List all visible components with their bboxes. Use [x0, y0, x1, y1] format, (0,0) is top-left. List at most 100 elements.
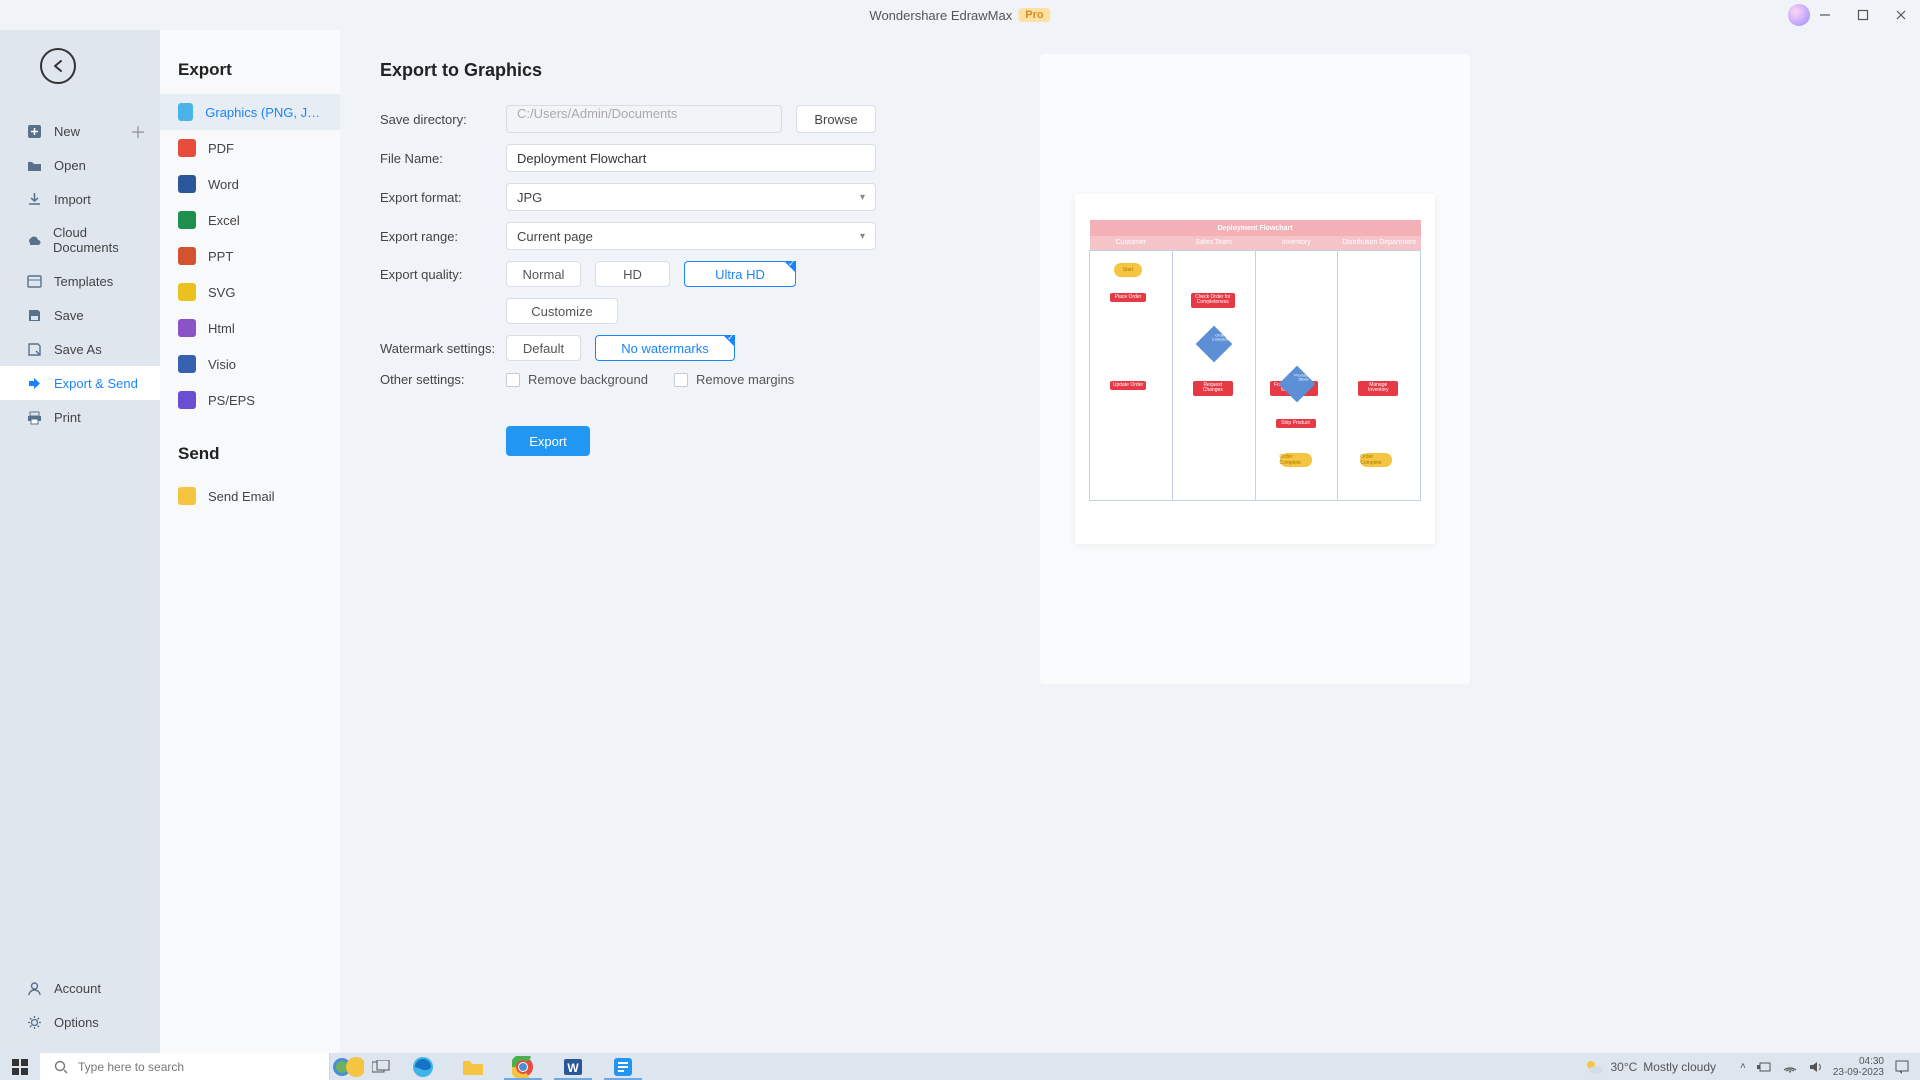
- fmt-ppt[interactable]: PPT: [160, 238, 340, 274]
- graphics-icon: [178, 103, 193, 121]
- fmt-label: PS/EPS: [208, 393, 255, 408]
- fmt-label: Html: [208, 321, 235, 336]
- label-save-dir: Save directory:: [380, 112, 506, 127]
- label-other: Other settings:: [380, 372, 506, 387]
- watermark-none[interactable]: No watermarks: [595, 335, 735, 361]
- wifi-icon[interactable]: [1782, 1061, 1798, 1073]
- fmt-word[interactable]: Word: [160, 166, 340, 202]
- quality-hd[interactable]: HD: [595, 261, 670, 287]
- fmt-send-email[interactable]: Send Email: [160, 478, 340, 514]
- preview-col: Sales Team: [1172, 236, 1255, 250]
- nav-templates[interactable]: Templates: [0, 264, 160, 298]
- fmt-label: SVG: [208, 285, 235, 300]
- minimize-button[interactable]: [1810, 0, 1840, 30]
- sidebar-formats: Export Graphics (PNG, JPG e... PDF Word …: [160, 30, 340, 1053]
- fmt-graphics[interactable]: Graphics (PNG, JPG e...: [160, 94, 340, 130]
- word-icon: [178, 175, 196, 193]
- explorer-app[interactable]: [448, 1053, 498, 1080]
- preview-col: Distribution Department: [1338, 236, 1421, 250]
- export-button[interactable]: Export: [506, 426, 590, 456]
- edrawmax-app[interactable]: [598, 1053, 648, 1080]
- checkbox-icon: [506, 373, 520, 387]
- nav-save-as[interactable]: Save As: [0, 332, 160, 366]
- quality-ultrahd[interactable]: Ultra HD: [684, 261, 796, 287]
- content-area: Export to Graphics Save directory: C:/Us…: [340, 30, 1920, 1053]
- browse-button[interactable]: Browse: [796, 105, 876, 133]
- back-button[interactable]: [40, 48, 76, 84]
- taskbar-search[interactable]: Type here to search: [40, 1053, 330, 1080]
- nav-new[interactable]: New ＋: [0, 114, 160, 148]
- fmt-svg[interactable]: SVG: [160, 274, 340, 310]
- pro-badge: Pro: [1018, 8, 1050, 22]
- chevron-down-icon: ▾: [860, 231, 865, 242]
- remove-bg-checkbox[interactable]: Remove background: [506, 372, 648, 387]
- preview-col: Inventory: [1255, 236, 1338, 250]
- search-placeholder: Type here to search: [78, 1060, 184, 1074]
- nav-label: New: [54, 124, 80, 139]
- chrome-app[interactable]: [498, 1053, 548, 1080]
- titlebar: Wondershare EdrawMax Pro ? ▾: [0, 0, 1920, 30]
- volume-icon[interactable]: [1808, 1060, 1823, 1074]
- preview-col: Customer: [1090, 236, 1173, 250]
- customize-button[interactable]: Customize: [506, 298, 618, 324]
- app-title: Wondershare EdrawMax: [869, 8, 1012, 23]
- fmt-pdf[interactable]: PDF: [160, 130, 340, 166]
- account-icon: [26, 980, 42, 996]
- nav-label: Import: [54, 192, 91, 207]
- email-icon: [178, 487, 196, 505]
- preview-title: Deployment Flowchart: [1090, 220, 1421, 236]
- cortana-icon[interactable]: [330, 1053, 364, 1080]
- nav-save[interactable]: Save: [0, 298, 160, 332]
- file-name-input[interactable]: [506, 144, 876, 172]
- fmt-label: Send Email: [208, 489, 274, 504]
- nav-import[interactable]: Import: [0, 182, 160, 216]
- import-icon: [26, 191, 42, 207]
- notification-icon[interactable]: [1894, 1059, 1910, 1075]
- clock[interactable]: 04:30 23-09-2023: [1833, 1056, 1884, 1078]
- folder-icon: [26, 157, 42, 173]
- nav-account[interactable]: Account: [0, 971, 160, 1005]
- nav-print[interactable]: Print: [0, 400, 160, 434]
- nav-options[interactable]: Options: [0, 1005, 160, 1039]
- fmt-excel[interactable]: Excel: [160, 202, 340, 238]
- checkbox-label: Remove background: [528, 372, 648, 387]
- nav-export-send[interactable]: Export & Send: [0, 366, 160, 400]
- range-select[interactable]: Current page ▾: [506, 222, 876, 250]
- remove-margins-checkbox[interactable]: Remove margins: [674, 372, 794, 387]
- close-button[interactable]: [1886, 0, 1916, 30]
- fmt-html[interactable]: Html: [160, 310, 340, 346]
- ppt-icon: [178, 247, 196, 265]
- weather-icon: [1584, 1058, 1604, 1076]
- send-header: Send: [160, 444, 340, 478]
- nav-label: Options: [54, 1015, 99, 1030]
- watermark-default[interactable]: Default: [506, 335, 581, 361]
- edge-app[interactable]: [398, 1053, 448, 1080]
- tray-chevron-icon[interactable]: ˄: [1740, 1061, 1746, 1072]
- word-app[interactable]: W: [548, 1053, 598, 1080]
- save-as-icon: [26, 341, 42, 357]
- format-select[interactable]: JPG ▾: [506, 183, 876, 211]
- weather-widget[interactable]: 30°C Mostly cloudy: [1584, 1058, 1716, 1076]
- weather-desc: Mostly cloudy: [1643, 1060, 1716, 1074]
- start-button[interactable]: [0, 1053, 40, 1080]
- save-dir-input[interactable]: C:/Users/Admin/Documents: [506, 105, 782, 133]
- taskbar: Type here to search W 30°C Mostly cloudy: [0, 1053, 1920, 1080]
- quality-normal[interactable]: Normal: [506, 261, 581, 287]
- avatar[interactable]: [1788, 4, 1810, 26]
- preview-document: Deployment Flowchart Customer Sales Team…: [1075, 194, 1435, 544]
- fmt-visio[interactable]: Visio: [160, 346, 340, 382]
- add-icon[interactable]: ＋: [130, 119, 146, 143]
- task-view-icon[interactable]: [364, 1053, 398, 1080]
- fmt-label: Visio: [208, 357, 236, 372]
- label-watermark: Watermark settings:: [380, 341, 506, 356]
- fmt-pseps[interactable]: PS/EPS: [160, 382, 340, 418]
- nav-label: Cloud Documents: [53, 225, 146, 255]
- preview-pane: Deployment Flowchart Customer Sales Team…: [1040, 54, 1470, 684]
- fmt-label: PDF: [208, 141, 234, 156]
- nav-cloud[interactable]: Cloud Documents: [0, 216, 160, 264]
- maximize-button[interactable]: [1848, 0, 1878, 30]
- fmt-label: Excel: [208, 213, 240, 228]
- nav-open[interactable]: Open: [0, 148, 160, 182]
- label-quality: Export quality:: [380, 267, 506, 282]
- battery-icon[interactable]: [1756, 1061, 1772, 1073]
